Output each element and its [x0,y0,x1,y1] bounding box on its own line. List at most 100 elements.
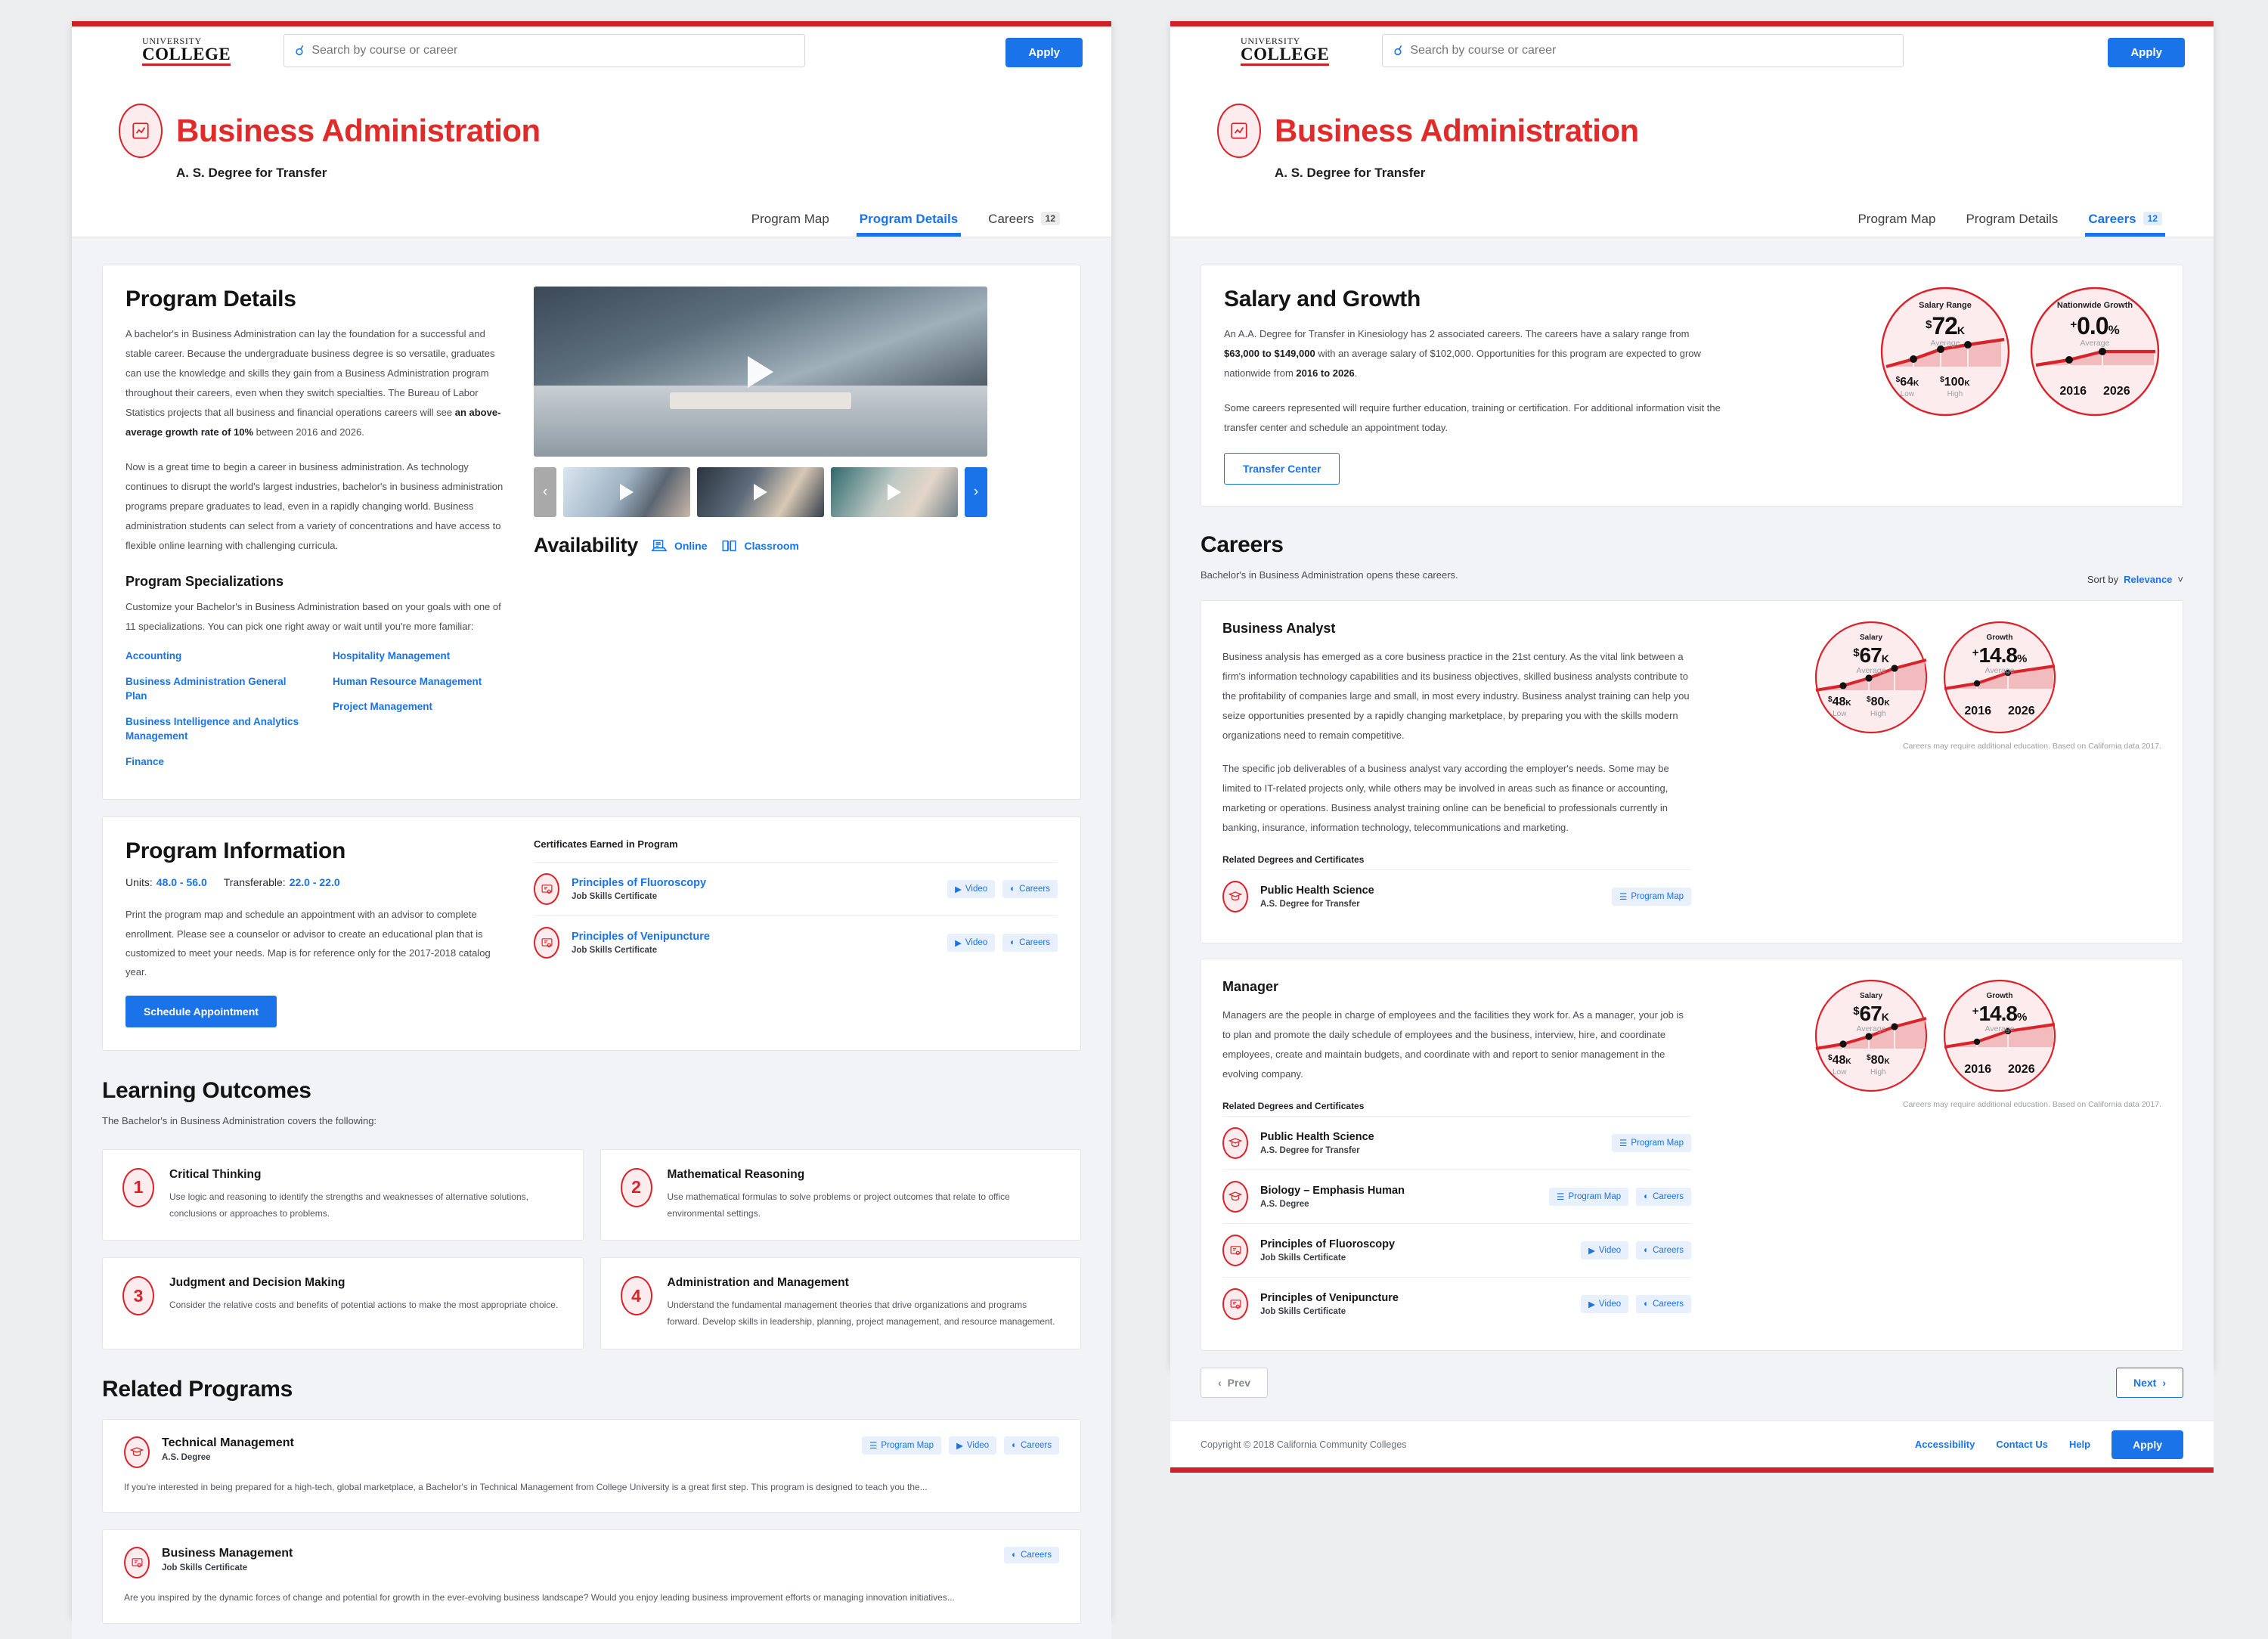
carousel-prev-button[interactable]: ‹ [534,467,556,517]
availability-classroom[interactable]: Classroom [720,538,799,554]
chart-title: Salary [1859,633,1883,642]
program-map-chip[interactable]: ☰ Program Map [1612,1134,1691,1152]
careers-chip[interactable]: ◐ Careers [1002,880,1058,899]
specializations-column-1: Accounting Business Administration Gener… [125,649,304,779]
careers-chip[interactable]: ◐ Careers [1004,1436,1059,1455]
specialization-link[interactable]: Human Resource Management [333,674,511,689]
search-input[interactable] [1410,44,1893,57]
schedule-appointment-button[interactable]: Schedule Appointment [125,995,277,1027]
careers-chip[interactable]: ◐ Careers [1004,1547,1059,1564]
top-accent-bar [1170,21,2214,26]
career-paragraph-1: Managers are the people in charge of emp… [1222,1009,1684,1080]
search-box[interactable]: ☌ [1382,34,1904,67]
video-thumbnail[interactable] [831,467,958,517]
tab-careers[interactable]: Careers 12 [2085,212,2165,237]
video-chip[interactable]: ▶ Video [947,934,996,953]
prev-page-button[interactable]: ‹ Prev [1201,1368,1269,1398]
chart-low-value: $48K Low [1828,1054,1851,1077]
careers-chip[interactable]: ◐ Careers [1636,1188,1691,1206]
outcome-number: 2 [620,1167,652,1207]
related-degree-row[interactable]: Principles of Venipuncture Job Skills Ce… [1222,1277,1691,1331]
tab-program-map[interactable]: Program Map [1857,212,1935,237]
certificate-row[interactable]: Principles of Fluoroscopy Job Skills Cer… [534,862,1058,916]
careers-heading: Careers [1201,532,1284,557]
specializations-intro: Customize your Bachelor's in Business Ad… [125,601,501,632]
footer-links: Accessibility Contact Us Help Apply [1915,1430,2183,1459]
program-map-chip[interactable]: ☰ Program Map [1612,888,1691,906]
sort-by-control[interactable]: Sort by Relevance ˅ [2087,574,2183,585]
program-subtitle: A. S. Degree for Transfer [1275,166,1426,180]
related-degree-row[interactable]: Public Health Science A.S. Degree for Tr… [1222,869,1691,923]
video-chip[interactable]: ▶ Video [1581,1295,1629,1313]
specialization-link[interactable]: Business Intelligence and Analytics Mana… [125,714,304,744]
specialization-link[interactable]: Finance [125,754,304,770]
tab-program-details[interactable]: Program Details [856,212,962,237]
careers-intro: Bachelor's in Business Administration op… [1201,569,1458,581]
apply-button-header[interactable]: Apply [1005,38,1083,67]
availability-online[interactable]: Online [650,538,708,554]
program-map-chip[interactable]: ☰ Program Map [1549,1188,1629,1206]
nationwide-growth-chart: Nationwide Growth +0.0% Average 2016 2026 [2030,287,2160,417]
university-college-logo[interactable]: UNIVERSITY COLLEGE [1241,36,1330,66]
salary-range-chart: Salary Range $72K Average $64K Low $100K… [1880,287,2010,417]
related-degree-row[interactable]: Public Health Science A.S. Degree for Tr… [1222,1116,1691,1170]
play-icon [620,484,634,500]
related-degrees-heading: Related Degrees and Certificates [1222,854,1365,865]
units-row: Units: 48.0 - 56.0 Transferable: 22.0 - 22.… [125,876,511,888]
video-thumbnail[interactable] [563,467,690,517]
related-degree-row[interactable]: Biology – Emphasis Human A.S. Degree ☰ Pr… [1222,1170,1691,1223]
play-icon [754,484,767,500]
help-link[interactable]: Help [2069,1439,2090,1450]
copyright-text: Copyright © 2018 California Community Co… [1201,1439,1407,1450]
video-chip[interactable]: ▶ Video [949,1436,997,1455]
program-map-chip[interactable]: ☰ Program Map [862,1436,942,1455]
search-box[interactable]: ☌ [284,34,806,67]
degree-type: Job Skills Certificate [1260,1307,1346,1316]
related-degree-row[interactable]: Principles of Fluoroscopy Job Skills Cer… [1222,1223,1691,1277]
chart-title: Growth [1986,633,2013,642]
chevron-right-icon: › [2162,1377,2166,1389]
career-stat-charts: Salary $67K Average $48K Low $80K High G… [1709,979,2161,1331]
career-text-column: Business Analyst Business analysis has e… [1222,621,1691,923]
tab-program-details[interactable]: Program Details [1966,212,2058,237]
chart-high-value: $80K High [1867,1054,1890,1077]
program-details-card: Program Details A bachelor's in Business… [102,265,1081,801]
next-page-button[interactable]: Next › [2115,1368,2183,1398]
program-media-column: ‹ › Availability Online Classroom [534,287,987,779]
accessibility-link[interactable]: Accessibility [1915,1439,1975,1450]
tab-careers[interactable]: Careers 12 [988,212,1060,237]
specialization-link[interactable]: Hospitality Management [333,649,511,664]
careers-chip[interactable]: ◐ Careers [1002,934,1058,953]
left-page-body: Program Details A bachelor's in Business… [72,237,1111,1639]
video-chip[interactable]: ▶ Video [1581,1241,1629,1259]
search-input[interactable] [311,44,795,57]
carousel-next-button[interactable]: › [965,467,987,517]
certificates-column: Certificates Earned in Program Principle… [534,838,1058,1027]
learning-outcome-card: 3 Judgment and Decision Making Consider … [102,1257,584,1349]
program-video-player[interactable] [534,287,987,457]
apply-button-header[interactable]: Apply [2108,38,2185,67]
careers-chip[interactable]: ◐ Careers [1636,1295,1691,1313]
degree-name: Principles of Fluoroscopy [1260,1238,1396,1250]
video-thumbnail[interactable] [697,467,824,517]
specialization-link[interactable]: Project Management [333,699,511,714]
specialization-link[interactable]: Accounting [125,649,304,664]
video-chip[interactable]: ▶ Video [947,880,996,899]
certificate-icon [124,1547,150,1579]
related-program-card[interactable]: Technical Management A.S. Degree ☰ Progra… [102,1418,1081,1514]
degree-name: Public Health Science [1260,1131,1374,1143]
careers-chip[interactable]: ◐ Careers [1636,1241,1691,1259]
transfer-center-button[interactable]: Transfer Center [1224,453,1340,485]
specialization-link[interactable]: Business Administration General Plan [125,674,304,704]
apply-button-footer[interactable]: Apply [2112,1430,2183,1459]
university-college-logo[interactable]: UNIVERSITY COLLEGE [142,36,231,66]
chart-value-caption: Average [1856,666,1886,675]
career-title: Manager [1222,979,1279,994]
tab-program-map[interactable]: Program Map [751,212,829,237]
career-paragraph-2: The specific job deliverables of a busin… [1222,763,1669,833]
related-program-card[interactable]: Business Management Job Skills Certifica… [102,1529,1081,1625]
play-icon: ▶ [956,1441,963,1451]
related-program-chips: ◐ Careers [1004,1547,1059,1564]
contact-us-link[interactable]: Contact Us [1996,1439,2048,1450]
certificate-row[interactable]: Principles of Venipuncture Job Skills Ce… [534,916,1058,969]
